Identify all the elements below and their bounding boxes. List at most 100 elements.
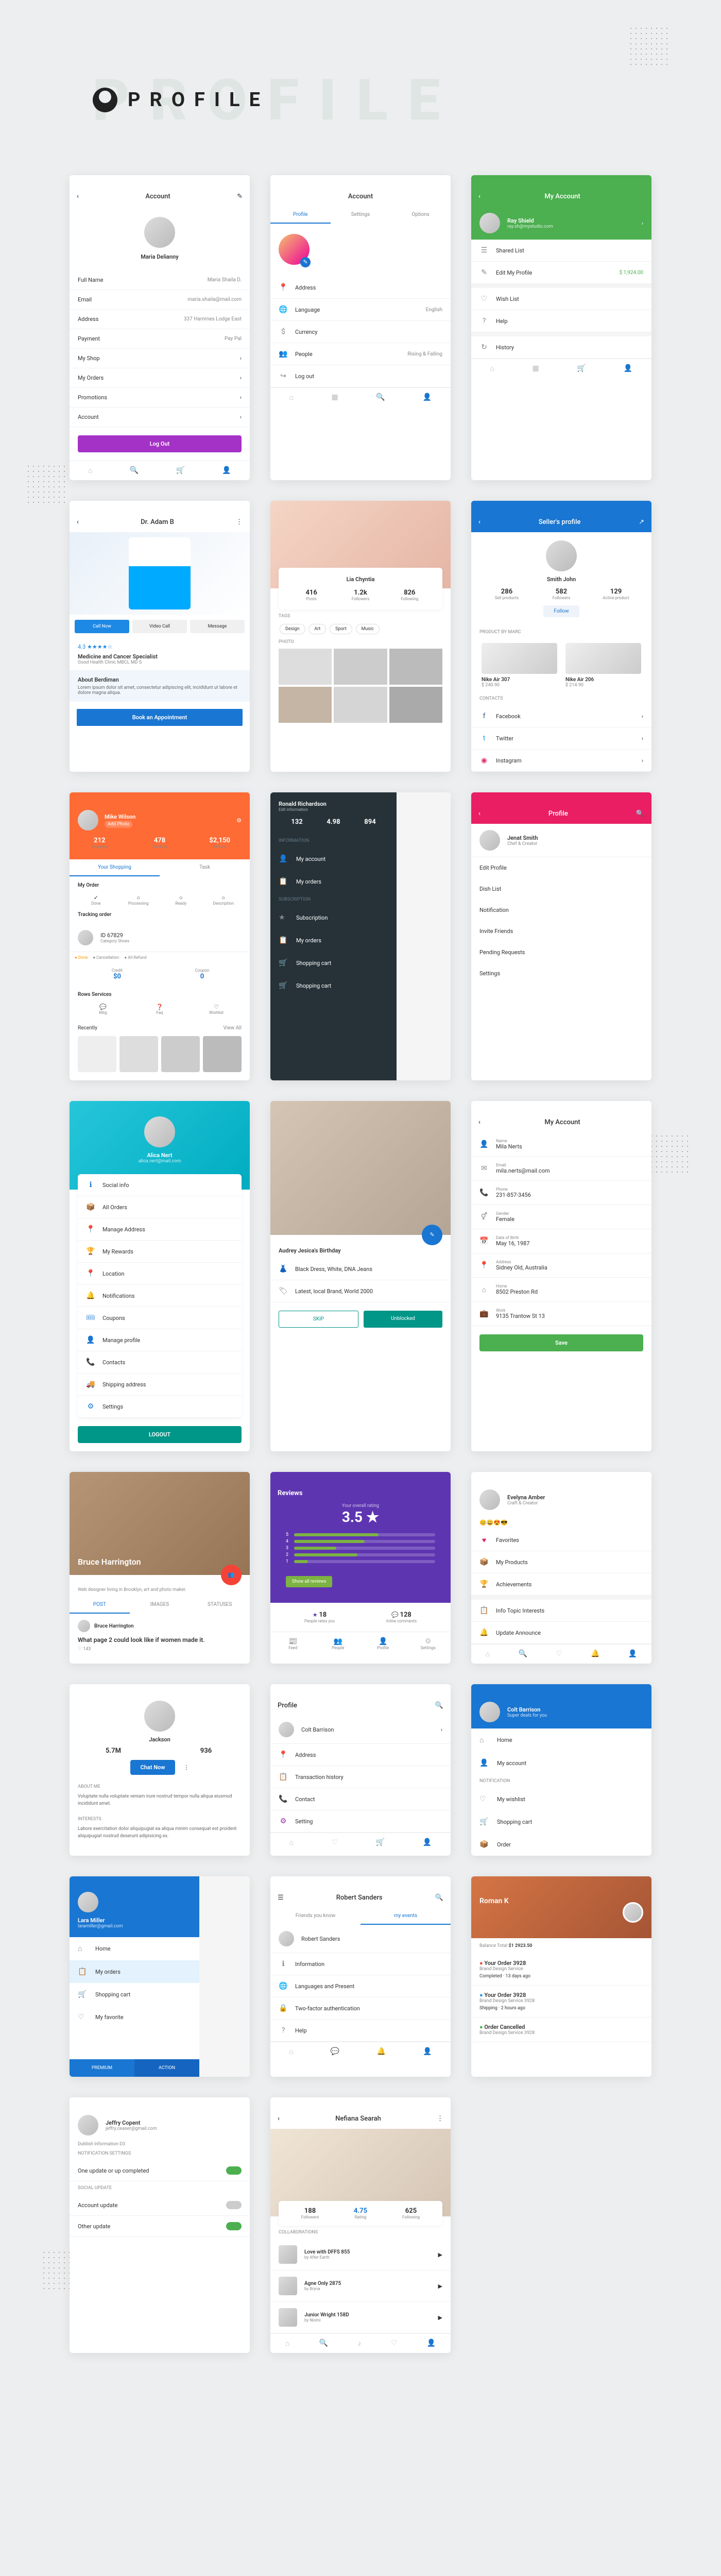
search-icon[interactable]: 🔍: [130, 466, 139, 475]
location-icon: 📍: [279, 283, 288, 292]
search-icon[interactable]: 🔍: [376, 393, 385, 402]
screen-lia: Lia Chyntia 416Posts 1.2kFollowers 826Fo…: [270, 501, 451, 772]
tab-profile[interactable]: Profile: [270, 207, 331, 224]
photo: ✎: [270, 1101, 451, 1235]
promo-row[interactable]: Promotions›: [70, 388, 250, 408]
tab-options[interactable]: Options: [390, 207, 451, 224]
cover: Roman K: [471, 1876, 651, 1938]
wish-row[interactable]: ♡Wish List: [471, 288, 651, 310]
phone-icon: 📞: [479, 1188, 489, 1197]
chevron-icon[interactable]: ›: [642, 220, 643, 227]
save-button[interactable]: Save: [479, 1334, 643, 1351]
user-icon[interactable]: 👤: [222, 466, 231, 475]
screen-myaccount-green: ‹My Account Ray Shieldray.sh@mystudio.co…: [471, 175, 651, 480]
chat-button[interactable]: Chat Now: [130, 1760, 176, 1775]
list-icon: ☰: [479, 246, 489, 255]
home-icon[interactable]: ⌂: [88, 466, 92, 475]
calendar-icon: 📅: [479, 1236, 489, 1246]
screen-nefiana: ‹Nefiana Searah⋮ 188Followers 4.75Rating…: [270, 2097, 451, 2353]
avatar: [144, 217, 175, 248]
user-name: Maria Delianny: [80, 253, 239, 260]
show-reviews-button[interactable]: Show all reviews: [286, 1576, 332, 1587]
toggle[interactable]: [226, 2201, 242, 2209]
screen-jeffry: Jeffry Copentjeffry.ceaser@gmail.com Dub…: [70, 2097, 250, 2353]
tab-settings[interactable]: Settings: [331, 207, 391, 224]
unblock-button[interactable]: Unblocked: [364, 1311, 442, 1328]
share-icon[interactable]: ↗: [639, 518, 644, 526]
edit-fab[interactable]: ✎: [422, 1225, 442, 1245]
premium-button[interactable]: PREMIUM: [70, 2059, 134, 2077]
screen-doctor: ‹Dr. Adam B⋮ Call Now Video Call Message…: [70, 501, 250, 772]
work-icon: 💼: [479, 1309, 489, 1318]
screen-jackson: Jackson 5.7M 936 Chat Now ⋮ About Me Vol…: [70, 1684, 250, 1856]
edit-avatar-icon[interactable]: ✎: [300, 257, 311, 267]
book-button[interactable]: Book an Appointment: [77, 709, 243, 726]
product-card[interactable]: Nike Air 307$ 240.90: [477, 639, 561, 692]
msg-button[interactable]: Message: [190, 620, 245, 633]
call-button[interactable]: Call Now: [75, 620, 129, 633]
screen-account-maria: ‹Account✎ Maria Delianny Full NameMaria …: [70, 175, 250, 480]
home-icon: ⌂: [479, 1285, 489, 1294]
people-icon: 👥: [279, 349, 288, 359]
screen-seller: ‹Seller's profile↗ Smith John 286Sell pr…: [471, 501, 651, 772]
screen-alica: Alica Nert alica.nert@mail.com ℹSocial i…: [70, 1101, 250, 1451]
video-button[interactable]: Video Call: [132, 620, 187, 633]
more-icon[interactable]: ⋮: [236, 518, 243, 526]
edit-row[interactable]: ✎Edit My Profile$ 1,924.00: [471, 262, 651, 284]
currency-icon: $: [279, 327, 288, 336]
cover: Bruce Harrington 👥: [70, 1472, 250, 1575]
home-icon[interactable]: ⌂: [289, 393, 294, 402]
screen-audrey: ✎ Audrey Jesica's Birthday 👗Black Dress,…: [270, 1101, 451, 1451]
logout-button[interactable]: Log Out: [78, 435, 242, 452]
shared-row[interactable]: ☰Shared List: [471, 240, 651, 262]
profile-icon: [93, 88, 117, 112]
location-icon: 📍: [479, 1261, 489, 1270]
search-icon[interactable]: 🔍: [636, 810, 644, 818]
follow-button[interactable]: Follow: [543, 605, 579, 617]
language-row[interactable]: 🌐LanguageEnglish: [270, 299, 451, 321]
avatar: [546, 540, 577, 571]
screen-reviews: Reviews Your overall rating 3.5 ★ 5 4 3 …: [270, 1472, 451, 1664]
user-icon[interactable]: 👤: [423, 393, 432, 402]
search-icon[interactable]: 🔍: [435, 1702, 443, 1709]
currency-row[interactable]: $Currency: [270, 321, 451, 343]
product-card[interactable]: Nike Air 206$ 214.90: [561, 639, 645, 692]
history-row[interactable]: ↻History: [471, 336, 651, 359]
myshop-row[interactable]: My Shop›: [70, 349, 250, 368]
appbar: ‹Account✎: [70, 187, 250, 207]
action-button[interactable]: ACTION: [134, 2059, 199, 2077]
bottom-nav: ⌂ 🔍 🛒 👤: [70, 461, 250, 480]
doctor-photo: [129, 537, 191, 609]
screen-evelyna: Evelyna AmberCraft & Creator 😊😀😍😎 ♥Favor…: [471, 1472, 651, 1664]
screen-mike: Mike WilsonAdd Photo ⚙ 212Shopping 478Tr…: [70, 792, 250, 1080]
people-row[interactable]: 👥PeopleRising & Falling: [270, 343, 451, 365]
screen-account-tabs: Account Profile Settings Options ✎ 📍Addr…: [270, 175, 451, 480]
screen-roman: Roman K Balance Total $1 2923.50 ● Your …: [471, 1876, 651, 2077]
screen-myaccount-form: ‹My Account 👤NameMila Nerts ✉Emailmila.n…: [471, 1101, 651, 1451]
logout-row[interactable]: ↪Log out: [270, 365, 451, 387]
account-row[interactable]: Account›: [70, 408, 250, 427]
logout-button[interactable]: LOGOUT: [78, 1426, 242, 1443]
page-title: PROFILE: [93, 88, 269, 112]
address-row[interactable]: 📍Address: [270, 277, 451, 299]
toggle[interactable]: [226, 2166, 242, 2175]
category-icon[interactable]: ▦: [331, 393, 338, 402]
search-icon[interactable]: 🔍: [435, 1894, 443, 1902]
mail-icon: ✉: [479, 1164, 489, 1173]
fab[interactable]: 👥: [221, 1565, 242, 1585]
edit-icon[interactable]: ✎: [237, 193, 243, 200]
page-title: Account: [278, 193, 443, 200]
rating: 4.3 ★★★★☆: [78, 643, 242, 650]
menu-icon[interactable]: ☰: [278, 1894, 284, 1902]
more-icon[interactable]: ⋮: [183, 1764, 189, 1771]
cart-icon[interactable]: 🛒: [176, 466, 185, 475]
help-row[interactable]: ?Help: [471, 310, 651, 332]
settings-icon[interactable]: ⚙: [236, 817, 242, 824]
skip-button[interactable]: SKIP: [279, 1311, 358, 1328]
screen-colt-profile: Profile🔍 Colt Barrison› 📍Address 📋Transa…: [270, 1684, 451, 1856]
gender-icon: ⚥: [479, 1212, 489, 1222]
orders-row[interactable]: My Orders›: [70, 368, 250, 388]
add-photo-button[interactable]: Add Photo: [105, 821, 132, 828]
toggle[interactable]: [226, 2222, 242, 2230]
more-icon[interactable]: ⋮: [437, 2115, 443, 2123]
